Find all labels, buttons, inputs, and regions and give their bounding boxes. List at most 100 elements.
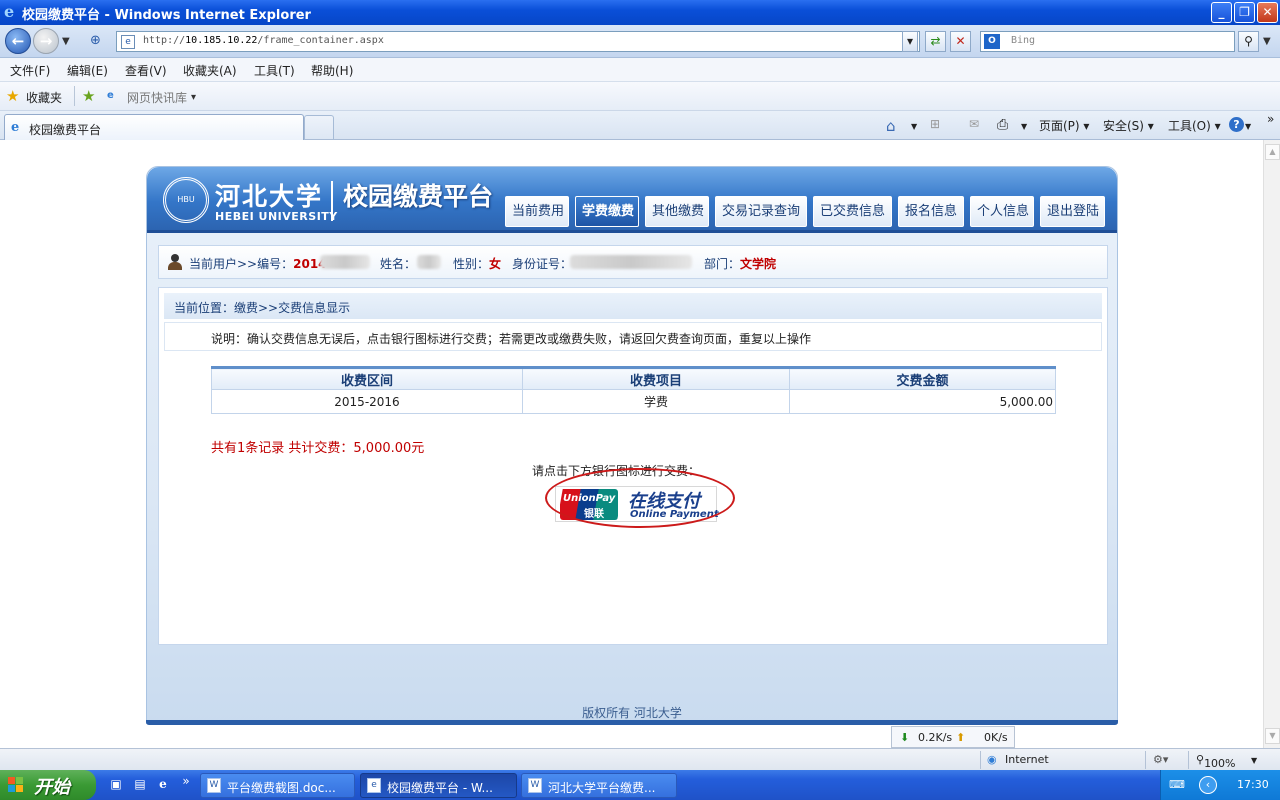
status-divider [980, 751, 981, 769]
search-placeholder: Bing [1011, 35, 1036, 46]
back-button[interactable]: ← [5, 28, 31, 54]
cell-item: 学费 [522, 389, 790, 414]
header-item: 收费项目 [522, 366, 790, 390]
help-dropdown-icon[interactable]: ▼ [1245, 122, 1251, 131]
search-icon[interactable]: ⚲ [1238, 31, 1259, 52]
cell-amount: 5,000.00 [789, 389, 1056, 414]
taskbar-item-word-doc-2[interactable]: W 河北大学平台缴费... [521, 773, 677, 798]
menu-tools[interactable]: 工具(T) [254, 62, 295, 79]
tools-menu-button[interactable]: 工具(O) ▾ [1168, 117, 1221, 134]
quicklaunch-app-icon[interactable]: ▤ [132, 777, 148, 793]
content-panel: 当前位置：缴费>>交费信息显示 说明：确认交费信息无误后，点击银行图标进行交费；… [158, 287, 1108, 645]
system-title: 校园缴费平台 [343, 182, 494, 211]
search-provider-icon: O [984, 34, 1000, 49]
taskbar: 开始 ▣ ▤ e » W 平台缴费截图.doc... e 校园缴费平台 - W.… [0, 770, 1280, 800]
menu-help[interactable]: 帮助(H) [311, 62, 353, 79]
minimize-button[interactable]: _ [1211, 2, 1232, 23]
scroll-up-icon[interactable]: ▲ [1265, 144, 1280, 160]
quicklaunch-more-icon[interactable]: » [178, 774, 194, 790]
show-desktop-icon[interactable]: ▣ [108, 777, 124, 793]
window-title: 校园缴费平台 - Windows Internet Explorer [22, 8, 311, 23]
nav-logout[interactable]: 退出登陆 [1040, 196, 1105, 227]
nav-current-fees[interactable]: 当前费用 [505, 196, 569, 227]
nav-transaction-query[interactable]: 交易记录查询 [715, 196, 807, 227]
instruction-note: 说明：确认交费信息无误后，点击银行图标进行交费；若需更改或缴费失败，请返回欠费查… [164, 322, 1102, 351]
taskbar-item-ie[interactable]: e 校园缴费平台 - W... [360, 773, 517, 798]
scroll-down-icon[interactable]: ▼ [1265, 728, 1280, 744]
vertical-scrollbar[interactable]: ▲ ▼ [1263, 140, 1280, 748]
user-id-label: 当前用户>>编号：2014 [189, 257, 327, 271]
print-icon[interactable]: ⎙ [997, 117, 1008, 133]
quicklaunch-ie-icon[interactable]: e [155, 777, 171, 793]
maximize-button[interactable]: ❐ [1234, 2, 1255, 23]
web-slice-icon: e [107, 90, 114, 101]
user-avatar-icon [167, 254, 183, 270]
header-period: 收费区间 [211, 366, 523, 390]
university-seal-icon: HBU [163, 177, 209, 223]
keyboard-icon[interactable]: ⌨ [1169, 778, 1185, 791]
user-name-redacted [417, 255, 441, 269]
refresh-button[interactable]: ⇄ [925, 31, 946, 52]
download-speed-indicator: ⬇ 0.2K/s ⬆ 0K/s [891, 726, 1015, 748]
start-button[interactable]: 开始 [0, 770, 96, 800]
menu-bar: 文件(F) 编辑(E) 查看(V) 收藏夹(A) 工具(T) 帮助(H) [0, 58, 1280, 82]
stop-button[interactable]: ✕ [950, 31, 971, 52]
payment-frame: HBU 河北大学 HEBEI UNIVERSITY 校园缴费平台 当前费用 学费… [146, 166, 1118, 724]
chevron-more-icon[interactable]: » [1267, 112, 1274, 126]
nav-paid-info[interactable]: 已交费信息 [813, 196, 892, 227]
recent-pages-dropdown-icon[interactable]: ▼ [62, 36, 70, 47]
tab-campus-payment[interactable]: e 校园缴费平台 [4, 114, 304, 140]
web-slice-dropdown-icon[interactable]: ▾ [191, 92, 196, 103]
zoom-control[interactable]: ⚲ 100% [1196, 753, 1236, 770]
download-arrow-icon: ⬇ [900, 731, 910, 744]
user-dept-label: 部门：文学院 [704, 257, 777, 271]
web-slice-gallery-link[interactable]: 网页快讯库 [127, 89, 187, 106]
help-icon[interactable]: ? [1229, 117, 1244, 132]
search-options-icon[interactable]: ▼ [1263, 36, 1271, 47]
taskbar-item-word-doc[interactable]: W 平台缴费截图.doc... [200, 773, 355, 798]
menu-view[interactable]: 查看(V) [125, 62, 167, 79]
add-favorite-icon[interactable]: ★ [82, 87, 95, 105]
nav-other-payment[interactable]: 其他缴费 [645, 196, 709, 227]
favorites-separator [74, 86, 75, 106]
user-gender-label: 性别：女 [453, 257, 502, 271]
add-to-favorites-icon[interactable]: ⊕ [90, 33, 101, 48]
cell-period: 2015-2016 [211, 389, 523, 414]
feeds-icon[interactable]: ⊞ [930, 117, 940, 131]
home-dropdown-icon[interactable]: ▼ [911, 122, 917, 131]
address-bar[interactable]: e http://10.185.10.22/frame_container.as… [116, 31, 1011, 52]
site-header: HBU 河北大学 HEBEI UNIVERSITY 校园缴费平台 当前费用 学费… [147, 167, 1117, 233]
close-button[interactable]: ✕ [1257, 2, 1278, 23]
new-tab-button[interactable] [304, 115, 334, 139]
forward-button[interactable]: → [33, 28, 59, 54]
header-amount: 交费金额 [789, 366, 1056, 390]
favorites-button[interactable]: 收藏夹 [26, 89, 62, 106]
address-url[interactable]: http://10.185.10.22/frame_container.aspx [143, 35, 384, 46]
menu-edit[interactable]: 编辑(E) [67, 62, 108, 79]
user-info-bar: 当前用户>>编号：2014 姓名： 性别：女 身份证号： 部门：文学院 [158, 245, 1108, 279]
tray-expand-icon[interactable]: ‹ [1199, 776, 1217, 794]
print-dropdown-icon[interactable]: ▼ [1021, 122, 1027, 131]
read-mail-icon[interactable]: ✉ [969, 117, 979, 131]
protected-mode-icon[interactable]: ⚙▾ [1153, 753, 1168, 766]
safety-menu-button[interactable]: 安全(S) ▾ [1103, 117, 1154, 134]
page-menu-button[interactable]: 页面(P) ▾ [1039, 117, 1089, 134]
address-dropdown-button[interactable]: ▾ [902, 31, 918, 52]
fee-table-header: 收费区间 收费项目 交费金额 [211, 366, 1056, 390]
word-doc-icon: W [207, 778, 221, 793]
user-gender-value: 女 [489, 257, 502, 271]
breadcrumb-text: 当前位置：缴费>>交费信息显示 [174, 301, 351, 315]
menu-file[interactable]: 文件(F) [10, 62, 50, 79]
payment-summary: 共有1条记录 共计交费：5,000.00元 [211, 441, 425, 456]
home-icon[interactable]: ⌂ [886, 117, 896, 135]
status-bar: ◉ Internet ⚙▾ ⚲ 100% ▼ [0, 748, 1280, 770]
nav-personal-info[interactable]: 个人信息 [970, 196, 1034, 227]
menu-favorites[interactable]: 收藏夹(A) [183, 62, 237, 79]
nav-registration-info[interactable]: 报名信息 [898, 196, 964, 227]
user-name-label: 姓名： [380, 257, 417, 271]
status-divider [1145, 751, 1146, 769]
nav-tuition-payment[interactable]: 学费缴费 [575, 196, 639, 227]
page-viewport: HBU 河北大学 HEBEI UNIVERSITY 校园缴费平台 当前费用 学费… [0, 140, 1280, 748]
search-box[interactable]: O Bing [980, 31, 1235, 52]
zoom-dropdown-icon[interactable]: ▼ [1251, 756, 1257, 765]
